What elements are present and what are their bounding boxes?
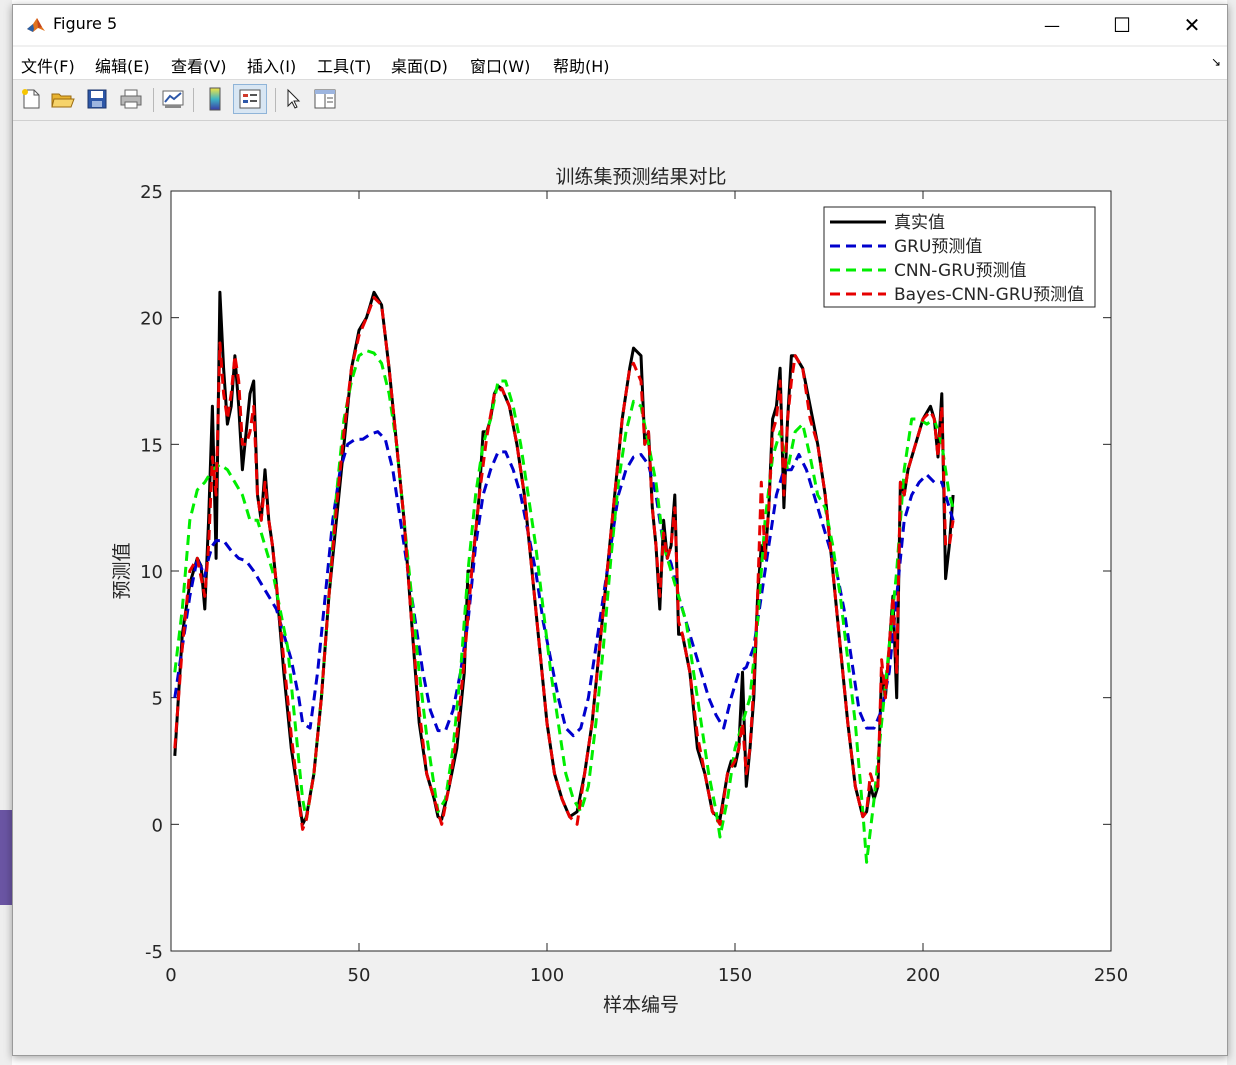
link-plot-icon [162, 90, 184, 108]
desktop-purple-panel [0, 810, 12, 905]
menu-help[interactable]: 帮助(H) [553, 53, 610, 77]
property-inspector-icon [314, 89, 336, 109]
menu-file[interactable]: 文件(F) [21, 53, 75, 77]
menu-window[interactable]: 窗口(W) [470, 53, 530, 77]
menu-view[interactable]: 查看(V) [171, 53, 226, 77]
open-file-button[interactable] [49, 84, 77, 114]
link-plot-button[interactable] [159, 84, 187, 114]
menu-insert[interactable]: 插入(I) [247, 53, 296, 77]
legend-button[interactable] [233, 84, 267, 114]
menu-tools[interactable]: 工具(T) [317, 53, 371, 77]
x-tick-label: 150 [718, 965, 752, 986]
menu-edit[interactable]: 编辑(E) [95, 53, 150, 77]
minimize-icon: — [1044, 15, 1060, 35]
new-figure-button[interactable] [17, 84, 45, 114]
y-tick-label: 15 [140, 435, 163, 456]
save-icon [87, 89, 107, 109]
legend-label: 真实值 [894, 213, 945, 233]
print-button[interactable] [117, 84, 145, 114]
x-axis-label: 样本编号 [603, 994, 679, 1016]
y-axis-label: 预测值 [111, 542, 133, 599]
x-tick-label: 200 [906, 965, 940, 986]
colorbar-icon [209, 87, 221, 111]
matlab-icon [25, 14, 47, 36]
x-tick-label: 0 [165, 965, 176, 986]
print-icon [120, 89, 142, 109]
pointer-button[interactable] [279, 84, 307, 114]
legend-label: Bayes-CNN-GRU预测值 [894, 285, 1084, 305]
title-bar: Figure 5 — ☐ ✕ [13, 5, 1227, 45]
figure-canvas[interactable]: 0 50 100 150 200 250 -5 0 5 10 15 20 25 训练集预测结果对比 样本编号… [13, 121, 1227, 1055]
menu-desktop[interactable]: 桌面(D) [391, 53, 448, 77]
toolbar-separator [153, 88, 154, 112]
close-button[interactable]: ✕ [1157, 5, 1227, 45]
minimize-button[interactable]: — [1017, 5, 1087, 45]
property-inspector-button[interactable] [311, 84, 339, 114]
desktop-background [0, 0, 12, 1065]
legend-label: GRU预测值 [894, 237, 982, 257]
toolbar-separator [275, 88, 276, 112]
x-tick-label: 100 [530, 965, 564, 986]
y-tick-label: 10 [140, 562, 163, 583]
x-tick-label: 50 [348, 965, 371, 986]
maximize-button[interactable]: ☐ [1087, 5, 1157, 45]
open-file-icon [51, 93, 75, 108]
x-tick-label: 250 [1094, 965, 1128, 986]
y-tick-label: 5 [152, 689, 163, 710]
chart-title: 训练集预测结果对比 [555, 166, 726, 188]
pointer-icon [287, 88, 301, 109]
y-tick-label: 25 [140, 182, 163, 203]
training-chart: 0 50 100 150 200 250-50510152025训练集预测结果对比样本编号… [111, 166, 1128, 1016]
y-tick-label: -5 [145, 942, 163, 963]
new-figure-icon [22, 89, 40, 109]
menu-bar: 文件(F) 编辑(E) 查看(V) 插入(I) 工具(T) 桌面(D) 窗口(W… [13, 47, 1227, 80]
y-tick-label: 0 [152, 815, 163, 836]
legend-label: CNN-GRU预测值 [894, 261, 1027, 281]
toolbar [13, 80, 1227, 121]
y-tick-label: 20 [140, 309, 163, 330]
menu-overflow-icon[interactable]: ↘ [1211, 55, 1221, 69]
colorbar-button[interactable] [201, 84, 229, 114]
maximize-icon: ☐ [1113, 13, 1131, 37]
toolbar-separator [193, 88, 194, 112]
legend-icon [239, 89, 261, 109]
figure-window: Figure 5 — ☐ ✕ 文件(F) 编辑(E) 查看(V) 插入(I) 工… [12, 4, 1228, 1056]
desktop-background-right [1227, 0, 1236, 1065]
window-title: Figure 5 [53, 14, 118, 33]
save-button[interactable] [83, 84, 111, 114]
close-icon: ✕ [1183, 13, 1201, 37]
